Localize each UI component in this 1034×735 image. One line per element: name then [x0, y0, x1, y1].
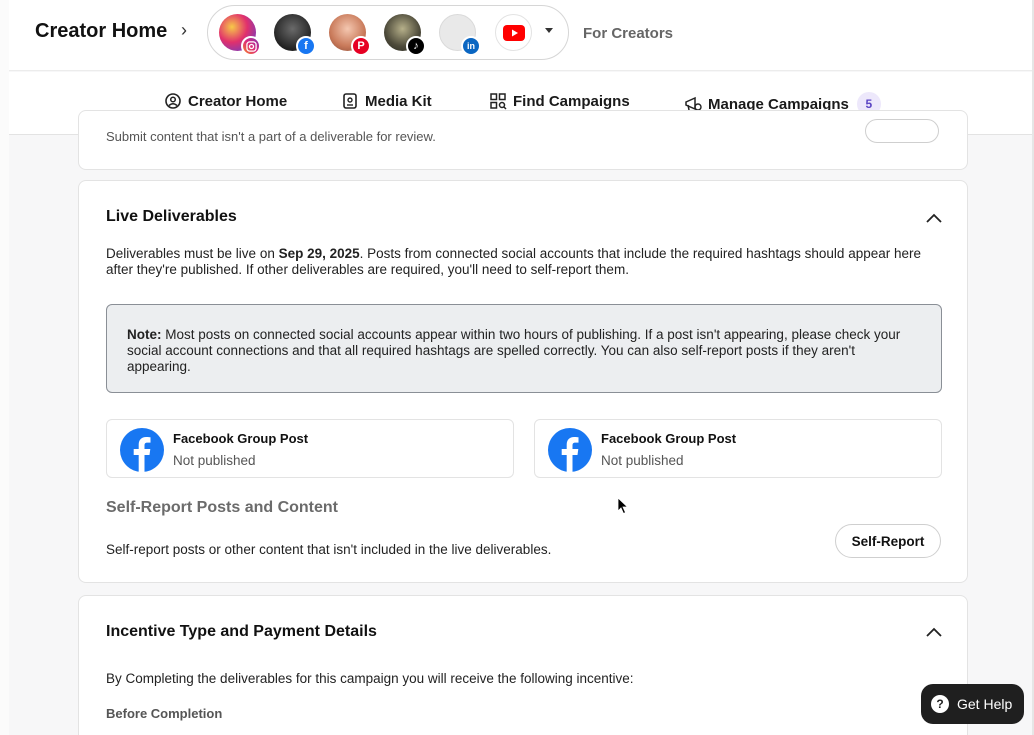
account-avatar-instagram[interactable]: [219, 14, 261, 56]
find-campaigns-icon: [490, 93, 507, 110]
account-switcher[interactable]: f P ♪ in: [207, 5, 569, 60]
chevron-down-icon[interactable]: [545, 28, 553, 33]
facebook-icon: [548, 428, 592, 472]
nav-label: Find Campaigns: [513, 92, 630, 110]
help-icon: ?: [931, 695, 949, 713]
media-kit-icon: [343, 93, 357, 109]
linkedin-icon: in: [461, 36, 481, 56]
account-avatar-linkedin[interactable]: in: [439, 14, 481, 56]
account-avatar-facebook[interactable]: f: [274, 14, 316, 56]
self-report-heading: Self-Report Posts and Content: [106, 499, 339, 516]
account-avatar-pinterest[interactable]: P: [329, 14, 371, 56]
deliverable-post-card[interactable]: Facebook Group Post Not published: [534, 419, 942, 478]
live-deliverables-description: Deliverables must be live on Sep 29, 202…: [106, 246, 926, 278]
submit-content-card: Submit content that isn't a part of a de…: [78, 110, 968, 170]
note-text: Most posts on connected social accounts …: [127, 327, 901, 374]
pinterest-icon: P: [351, 36, 371, 56]
facebook-icon: f: [296, 36, 316, 56]
chevron-up-icon[interactable]: [925, 626, 943, 638]
chevron-right-icon: ›: [181, 20, 187, 40]
desc-prefix: Deliverables must be live on: [106, 246, 279, 261]
nav-media-kit[interactable]: Media Kit: [341, 92, 432, 110]
submit-button[interactable]: [865, 119, 939, 143]
incentive-description: By Completing the deliverables for this …: [106, 671, 634, 686]
creator-home-icon: [165, 93, 181, 109]
left-margin: [0, 0, 9, 735]
deliverable-post-card[interactable]: Facebook Group Post Not published: [106, 419, 514, 478]
nav-creator-home[interactable]: Creator Home: [164, 92, 287, 110]
account-avatar-youtube[interactable]: [495, 14, 532, 51]
live-deliverables-card: Live Deliverables Deliverables must be l…: [78, 180, 968, 583]
self-report-description: Self-report posts or other content that …: [106, 542, 552, 557]
self-report-button[interactable]: Self-Report: [835, 524, 941, 558]
chevron-up-icon[interactable]: [925, 212, 943, 224]
post-status: Not published: [601, 453, 684, 468]
note-box: Note: Most posts on connected social acc…: [106, 304, 942, 393]
top-header: Creator Home › f P ♪ in For Creators: [9, 0, 1032, 71]
before-completion-label: Before Completion: [106, 706, 223, 721]
account-avatar-tiktok[interactable]: ♪: [384, 14, 426, 56]
facebook-icon: [120, 428, 164, 472]
get-help-label: Get Help: [957, 696, 1013, 712]
live-deliverables-title: Live Deliverables: [106, 208, 237, 225]
post-status: Not published: [173, 453, 256, 468]
submit-content-text: Submit content that isn't a part of a de…: [106, 129, 436, 144]
mouse-cursor-icon: [617, 497, 629, 515]
tiktok-icon: ♪: [406, 36, 426, 56]
nav-label: Creator Home: [188, 92, 288, 110]
youtube-icon: [502, 24, 525, 41]
instagram-icon: [241, 36, 261, 56]
nav-label: Media Kit: [365, 92, 432, 110]
incentive-title: Incentive Type and Payment Details: [106, 623, 377, 640]
live-date: Sep 29, 2025: [278, 246, 360, 261]
get-help-button[interactable]: ? Get Help: [921, 684, 1024, 724]
post-title: Facebook Group Post: [173, 431, 309, 446]
nav-find-campaigns[interactable]: Find Campaigns: [489, 92, 630, 110]
note-label: Note:: [127, 327, 162, 342]
post-title: Facebook Group Post: [601, 431, 737, 446]
for-creators-label: For Creators: [583, 25, 674, 42]
incentive-card: Incentive Type and Payment Details By Co…: [78, 595, 968, 735]
page-title[interactable]: Creator Home: [35, 20, 167, 43]
